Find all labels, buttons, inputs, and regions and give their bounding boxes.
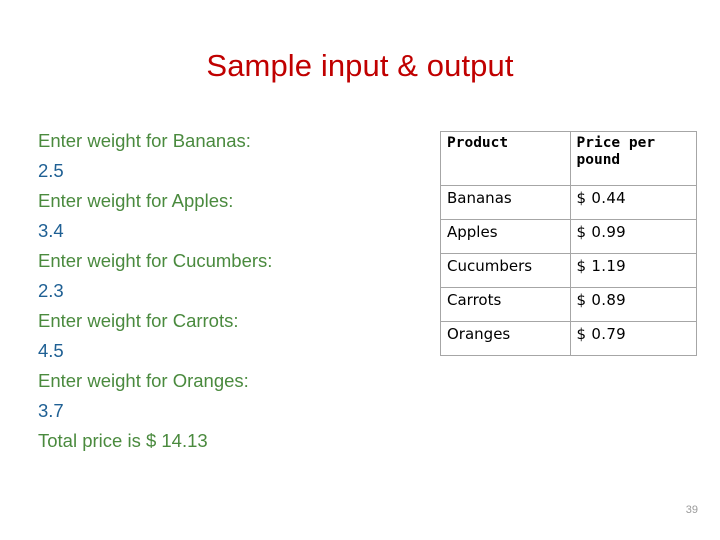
cell-product: Oranges	[440, 321, 571, 356]
cell-price: $ 0.79	[569, 321, 697, 356]
cell-product: Carrots	[440, 287, 571, 322]
cell-price: $ 0.44	[569, 185, 697, 220]
cell-product: Apples	[440, 219, 571, 254]
cell-price: $ 0.99	[569, 219, 697, 254]
price-table: Product Price per pound Bananas $ 0.44 A…	[440, 131, 697, 356]
console-line-value-carrots: 4.5	[38, 340, 64, 361]
slide-canvas: Sample input & output Enter weight for B…	[0, 0, 720, 540]
page-number: 39	[685, 504, 698, 516]
console-line-prompt-carrots: Enter weight for Carrots:	[38, 310, 239, 331]
console-line-prompt-bananas: Enter weight for Bananas:	[38, 130, 251, 151]
console-line-value-oranges: 3.7	[38, 400, 64, 421]
table-row: Apples $ 0.99	[440, 219, 697, 254]
table-row: Carrots $ 0.89	[440, 287, 697, 322]
table-row: Cucumbers $ 1.19	[440, 253, 697, 288]
table-header-price: Price per pound	[569, 131, 697, 186]
console-output-block: Enter weight for Bananas: 2.5 Enter weig…	[38, 126, 418, 456]
page-title: Sample input & output	[206, 48, 514, 83]
console-line-prompt-oranges: Enter weight for Oranges:	[38, 370, 249, 391]
table-header-product: Product	[440, 131, 571, 186]
console-line-total-price: Total price is $ 14.13	[38, 430, 208, 451]
console-line-prompt-apples: Enter weight for Apples:	[38, 190, 234, 211]
cell-price: $ 1.19	[569, 253, 697, 288]
table-header-row: Product Price per pound	[440, 131, 697, 186]
cell-product: Cucumbers	[440, 253, 571, 288]
console-line-value-apples: 3.4	[38, 220, 64, 241]
console-line-value-bananas: 2.5	[38, 160, 64, 181]
table-row: Bananas $ 0.44	[440, 185, 697, 220]
cell-product: Bananas	[440, 185, 571, 220]
console-line-prompt-cucumbers: Enter weight for Cucumbers:	[38, 250, 273, 271]
table-row: Oranges $ 0.79	[440, 321, 697, 356]
console-line-value-cucumbers: 2.3	[38, 280, 64, 301]
cell-price: $ 0.89	[569, 287, 697, 322]
price-table-container: Product Price per pound Bananas $ 0.44 A…	[440, 131, 697, 356]
